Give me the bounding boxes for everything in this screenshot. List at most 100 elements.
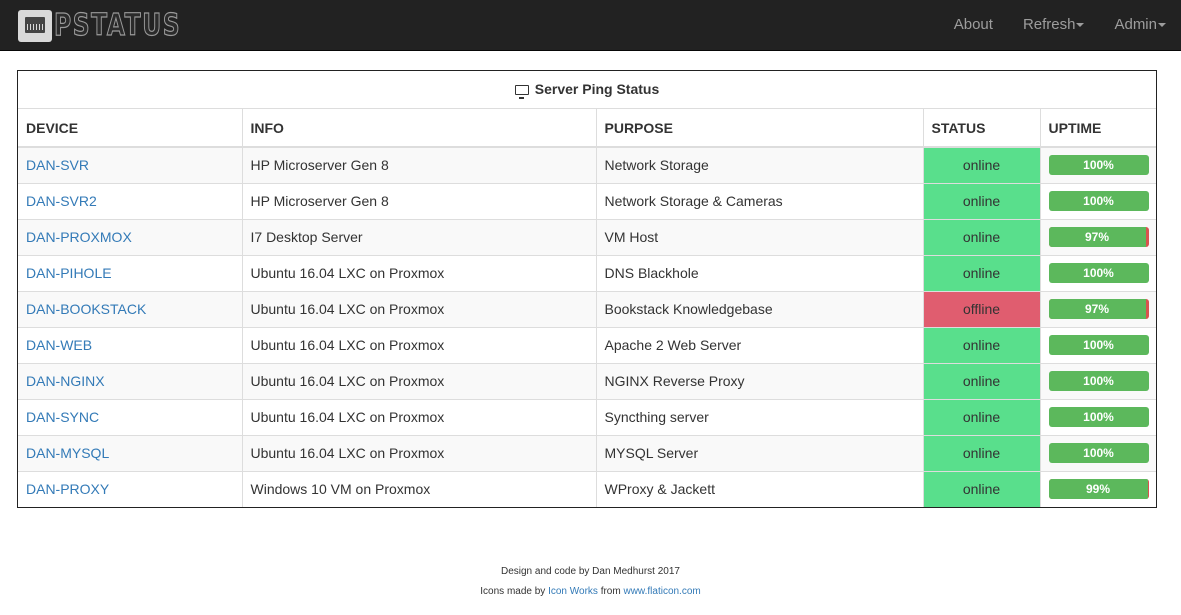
nav-about-link[interactable]: About: [939, 0, 1008, 50]
caret-down-icon: [1158, 23, 1166, 28]
uptime-cell: 97%: [1039, 290, 1156, 328]
col-header-status: STATUS: [922, 109, 1041, 148]
info-cell: Ubuntu 16.04 LXC on Proxmox: [241, 398, 597, 436]
col-header-purpose: PURPOSE: [595, 109, 924, 148]
device-link[interactable]: DAN-PIHOLE: [26, 265, 112, 281]
uptime-bar: 100%: [1048, 371, 1149, 391]
uptime-bar: 100%: [1048, 155, 1149, 176]
device-cell: DAN-PROXY: [18, 470, 243, 507]
device-link[interactable]: DAN-SVR2: [26, 193, 97, 209]
device-cell: DAN-MYSQL: [18, 434, 243, 472]
status-cell: online: [922, 362, 1041, 400]
nav-admin-dropdown[interactable]: Admin: [1099, 0, 1181, 50]
brand[interactable]: PSTATUS: [18, 6, 217, 46]
table-row: DAN-SVR2 HP Microserver Gen 8 Network Stor…: [18, 182, 1156, 220]
uptime-cell: 100%: [1039, 146, 1156, 184]
flaticon-link[interactable]: www.flaticon.com: [623, 586, 700, 597]
info-cell: Ubuntu 16.04 LXC on Proxmox: [241, 434, 597, 472]
uptime-cell: 100%: [1039, 362, 1156, 400]
table-row: DAN-MYSQL Ubuntu 16.04 LXC on Proxmox MYSQ…: [18, 434, 1156, 472]
uptime-cell: 100%: [1039, 434, 1156, 472]
purpose-cell: Network Storage & Cameras: [595, 182, 924, 220]
table-row: DAN-PROXY Windows 10 VM on Proxmox WProxy …: [18, 470, 1156, 507]
uptime-bar: 100%: [1048, 191, 1149, 211]
uptime-progress: 99%: [1048, 479, 1149, 500]
footer-icons-prefix: Icons made by: [480, 586, 549, 597]
device-link[interactable]: DAN-PROXY: [26, 481, 109, 497]
uptime-cell: 97%: [1039, 218, 1156, 256]
footer-icons-credit: Icons made by Icon Works from www.flatic…: [0, 582, 1181, 602]
uptime-bar: 100%: [1048, 263, 1149, 283]
device-link[interactable]: DAN-PROXMOX: [26, 229, 132, 245]
table-row: DAN-WEB Ubuntu 16.04 LXC on Proxmox Apache…: [18, 326, 1156, 364]
device-cell: DAN-WEB: [18, 326, 243, 364]
purpose-cell: WProxy & Jackett: [595, 470, 924, 507]
purpose-cell: VM Host: [595, 218, 924, 256]
table-row: DAN-PIHOLE Ubuntu 16.04 LXC on Proxmox DNS…: [18, 254, 1156, 292]
device-link[interactable]: DAN-NGINX: [26, 373, 105, 389]
icon-works-link[interactable]: Icon Works: [548, 586, 598, 597]
status-cell: offline: [922, 290, 1041, 328]
nav-menu: About Refresh Admin: [939, 0, 1181, 50]
uptime-bar: 100%: [1048, 407, 1149, 427]
info-cell: Windows 10 VM on Proxmox: [241, 470, 597, 507]
navbar: PSTATUS About Refresh Admin: [0, 0, 1181, 51]
uptime-bar: 100%: [1048, 443, 1149, 463]
purpose-cell: Syncthing server: [595, 398, 924, 436]
nav-about-label: About: [953, 16, 993, 33]
table-row: DAN-NGINX Ubuntu 16.04 LXC on Proxmox NGIN…: [18, 362, 1156, 400]
table-row: DAN-BOOKSTACK Ubuntu 16.04 LXC on Proxmox…: [18, 290, 1156, 328]
status-cell: online: [922, 146, 1041, 184]
network-port-icon: [18, 10, 52, 42]
purpose-cell: NGINX Reverse Proxy: [595, 362, 924, 400]
status-cell: online: [922, 254, 1041, 292]
device-link[interactable]: DAN-WEB: [26, 337, 92, 353]
purpose-cell: Network Storage: [595, 146, 924, 184]
purpose-cell: Bookstack Knowledgebase: [595, 290, 924, 328]
table-caption-text: Server Ping Status: [534, 81, 660, 97]
uptime-progress: 100%: [1048, 443, 1149, 463]
nav-admin-label: Admin: [1114, 16, 1157, 33]
device-cell: DAN-SVR: [18, 146, 243, 184]
col-header-uptime: UPTIME: [1039, 109, 1156, 148]
device-cell: DAN-SVR2: [18, 182, 243, 220]
info-cell: Ubuntu 16.04 LXC on Proxmox: [241, 290, 597, 328]
footer: Design and code by Dan Medhurst 2017 Ico…: [0, 562, 1181, 602]
uptime-cell: 100%: [1039, 254, 1156, 292]
uptime-progress: 100%: [1048, 335, 1149, 355]
uptime-progress: 97%: [1048, 227, 1149, 247]
status-cell: online: [922, 326, 1041, 364]
device-link[interactable]: DAN-SVR: [26, 157, 89, 173]
uptime-progress: 100%: [1048, 407, 1149, 427]
purpose-cell: Apache 2 Web Server: [595, 326, 924, 364]
table-row: DAN-PROXMOX I7 Desktop Server VM Host onlin…: [18, 218, 1156, 256]
footer-credit: Design and code by Dan Medhurst 2017: [500, 566, 680, 577]
device-link[interactable]: DAN-SYNC: [26, 409, 99, 425]
uptime-progress: 97%: [1048, 299, 1149, 319]
nav-refresh-dropdown[interactable]: Refresh: [1008, 0, 1100, 50]
table-row: DAN-SVR HP Microserver Gen 8 Network Stora…: [18, 146, 1156, 184]
info-cell: Ubuntu 16.04 LXC on Proxmox: [241, 254, 597, 292]
info-cell: I7 Desktop Server: [241, 218, 597, 256]
device-link[interactable]: DAN-BOOKSTACK: [26, 301, 146, 317]
col-header-device: DEVICE: [18, 109, 243, 148]
uptime-bar: 97%: [1048, 299, 1146, 319]
status-cell: online: [922, 470, 1041, 507]
server-status-table: DEVICE INFO PURPOSE STATUS UPTIME DAN-SV…: [18, 109, 1156, 507]
uptime-bar: 100%: [1048, 335, 1149, 355]
device-cell: DAN-PIHOLE: [18, 254, 243, 292]
nav-refresh-label: Refresh: [1022, 16, 1076, 33]
uptime-bar: 99%: [1048, 479, 1148, 500]
table-row: DAN-SYNC Ubuntu 16.04 LXC on Proxmox Synct…: [18, 398, 1156, 436]
status-cell: online: [922, 218, 1041, 256]
uptime-progress: 100%: [1048, 155, 1149, 176]
info-cell: HP Microserver Gen 8: [241, 182, 597, 220]
table-caption: Server Ping Status: [18, 71, 1156, 109]
status-cell: online: [922, 182, 1041, 220]
device-cell: DAN-SYNC: [18, 398, 243, 436]
uptime-progress: 100%: [1048, 191, 1149, 211]
status-table-panel: Server Ping Status DEVICE INFO PURPOSE S…: [17, 70, 1157, 508]
purpose-cell: MYSQL Server: [595, 434, 924, 472]
device-link[interactable]: DAN-MYSQL: [26, 445, 109, 461]
uptime-progress: 100%: [1048, 263, 1149, 283]
